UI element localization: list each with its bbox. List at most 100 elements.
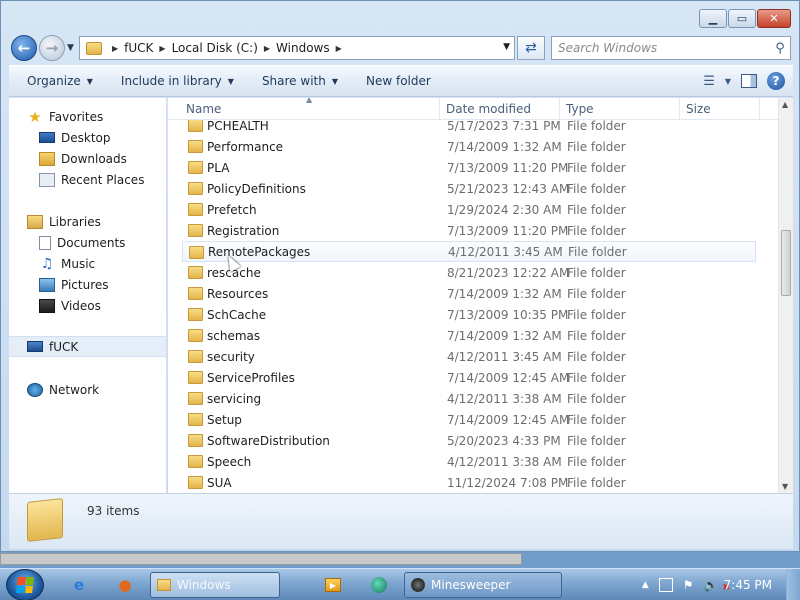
table-row[interactable]: Setup 7/14/2009 12:45 AM File folder <box>182 409 756 430</box>
chevron-right-icon[interactable]: ▶ <box>264 44 270 53</box>
chevron-right-icon[interactable]: ▶ <box>112 44 118 53</box>
firefox-icon[interactable]: ● <box>106 573 144 597</box>
taskbar-media-player-button[interactable]: ▶ <box>316 572 350 598</box>
table-row[interactable]: RemotePackages 4/12/2011 3:45 AM File fold… <box>182 241 756 262</box>
media-player-icon: ▶ <box>325 578 341 592</box>
file-name: Prefetch <box>207 202 257 217</box>
internet-explorer-icon[interactable]: e <box>60 573 98 597</box>
scroll-down-icon[interactable]: ▼ <box>782 482 788 491</box>
table-row[interactable]: schemas 7/14/2009 1:32 AM File folder <box>182 325 756 346</box>
table-row[interactable]: ServiceProfiles 7/14/2009 12:45 AM File fo… <box>182 367 756 388</box>
nav-network[interactable]: Network <box>9 379 166 400</box>
nav-favorites-label: Favorites <box>49 109 104 124</box>
nav-downloads[interactable]: Downloads <box>9 148 166 169</box>
chevron-right-icon[interactable]: ▶ <box>336 44 342 53</box>
column-name[interactable]: Name <box>180 98 440 120</box>
command-bar: Organize ▼ Include in library ▼ Share with… <box>9 65 793 97</box>
table-row[interactable]: Speech 4/12/2011 3:38 AM File folder <box>182 451 756 472</box>
chevron-down-icon: ▼ <box>86 76 93 86</box>
change-view-icon[interactable]: ☰ <box>703 74 715 89</box>
table-row[interactable]: servicing 4/12/2011 3:38 AM File folder <box>182 388 756 409</box>
nav-recent-places[interactable]: Recent Places <box>9 169 166 190</box>
file-type: File folder <box>567 454 626 469</box>
maximize-button[interactable]: ▭ <box>728 9 756 28</box>
vertical-scrollbar[interactable]: ▲ ▼ <box>778 98 793 493</box>
back-button[interactable]: ← <box>11 35 37 61</box>
nav-music[interactable]: ♫ Music <box>9 253 166 274</box>
nav-videos[interactable]: Videos <box>9 295 166 316</box>
nav-network-label: Network <box>49 382 100 397</box>
back-arrow-icon: ← <box>17 39 31 57</box>
table-row[interactable]: rescache 8/21/2023 12:22 AM File folder <box>182 262 756 283</box>
scroll-up-icon[interactable]: ▲ <box>782 100 788 109</box>
taskbar: e ● Windows ▶ Minesweeper ▲ ⚑ 🔈 ✖ 7:45 P… <box>0 568 800 600</box>
action-center-flag-icon[interactable]: ⚑ <box>683 578 694 592</box>
nav-favorites[interactable]: ★ Favorites <box>9 106 166 127</box>
file-name: schemas <box>207 328 261 343</box>
include-in-library-button[interactable]: Include in library ▼ <box>103 74 244 88</box>
table-row[interactable]: SoftwareDistribution 5/20/2023 4:33 PM Fil… <box>182 430 756 451</box>
table-row[interactable]: security 4/12/2011 3:45 AM File folder <box>182 346 756 367</box>
breadcrumb-computer[interactable]: fUCK <box>124 41 153 55</box>
file-date-modified: 1/29/2024 2:30 AM <box>447 202 562 217</box>
view-options-chevron-icon[interactable]: ▼ <box>725 77 731 86</box>
breadcrumb-windows[interactable]: Windows <box>276 41 330 55</box>
minimize-button[interactable]: ▁ <box>699 9 727 28</box>
nav-documents[interactable]: Documents <box>9 232 166 253</box>
file-name: SoftwareDistribution <box>207 433 330 448</box>
taskbar-explorer-button[interactable]: Windows <box>150 572 280 598</box>
folder-icon <box>86 41 102 55</box>
nav-computer[interactable]: fUCK <box>9 336 166 357</box>
file-name: Registration <box>207 223 280 238</box>
show-desktop-button[interactable] <box>786 569 800 600</box>
table-row[interactable]: SchCache 7/13/2009 10:35 PM File folder <box>182 304 756 325</box>
search-input[interactable]: Search Windows ⚲ <box>551 36 791 60</box>
address-dropdown-icon[interactable]: ▼ <box>503 42 510 52</box>
table-row[interactable]: Performance 7/14/2009 1:32 AM File folder <box>182 136 756 157</box>
folder-icon <box>188 476 203 489</box>
file-date-modified: 7/14/2009 12:45 AM <box>447 412 570 427</box>
address-bar[interactable]: ▶ fUCK ▶ Local Disk (C:) ▶ Windows ▶ ▼ <box>79 36 515 60</box>
folder-icon <box>188 329 203 342</box>
table-row[interactable]: Prefetch 1/29/2024 2:30 AM File folder <box>182 199 756 220</box>
organize-button[interactable]: Organize ▼ <box>9 74 103 88</box>
desktop-icon <box>39 132 55 143</box>
caption-buttons: ▁ ▭ ✕ <box>699 9 791 28</box>
preview-pane-icon[interactable] <box>741 74 757 88</box>
nav-desktop[interactable]: Desktop <box>9 127 166 148</box>
clock[interactable]: 7:45 PM <box>724 578 772 592</box>
forward-button[interactable]: → <box>39 35 65 61</box>
table-row[interactable]: Registration 7/13/2009 11:20 PM File folde… <box>182 220 756 241</box>
folder-icon <box>188 308 203 321</box>
nav-recent-places-label: Recent Places <box>61 172 145 187</box>
table-row[interactable]: Resources 7/14/2009 1:32 AM File folder <box>182 283 756 304</box>
search-icon[interactable]: ⚲ <box>770 41 790 56</box>
table-row[interactable]: PolicyDefinitions 5/21/2023 12:43 AM File … <box>182 178 756 199</box>
nav-pictures[interactable]: Pictures <box>9 274 166 295</box>
new-folder-button[interactable]: New folder <box>348 74 441 88</box>
file-date-modified: 7/14/2009 1:32 AM <box>447 328 562 343</box>
nav-libraries[interactable]: Libraries <box>9 211 166 232</box>
start-button[interactable] <box>6 569 44 600</box>
show-hidden-icons-icon[interactable]: ▲ <box>642 580 649 590</box>
column-size[interactable]: Size <box>680 98 760 120</box>
refresh-button[interactable]: ⇄ <box>517 36 545 60</box>
breadcrumb-local-disk[interactable]: Local Disk (C:) <box>172 41 258 55</box>
network-tray-icon[interactable] <box>658 578 673 592</box>
scrollbar-thumb[interactable] <box>781 230 791 296</box>
taskbar-app-button[interactable] <box>362 572 396 598</box>
column-date-modified[interactable]: Date modified <box>440 98 560 120</box>
taskbar-minesweeper-button[interactable]: Minesweeper <box>404 572 562 598</box>
file-name: Performance <box>207 139 284 154</box>
share-with-button[interactable]: Share with ▼ <box>244 74 348 88</box>
close-button[interactable]: ✕ <box>757 9 791 28</box>
table-row[interactable]: SUA 11/12/2024 7:08 PM File folder <box>182 472 756 493</box>
chevron-right-icon[interactable]: ▶ <box>159 44 165 53</box>
column-type[interactable]: Type <box>560 98 680 120</box>
help-icon[interactable]: ? <box>767 72 785 90</box>
folder-icon <box>157 579 171 591</box>
file-name: Resources <box>207 286 269 301</box>
recent-pages-dropdown[interactable]: ▼ <box>67 43 74 53</box>
volume-icon[interactable]: 🔈 <box>704 578 719 592</box>
table-row[interactable]: PLA 7/13/2009 11:20 PM File folder <box>182 157 756 178</box>
